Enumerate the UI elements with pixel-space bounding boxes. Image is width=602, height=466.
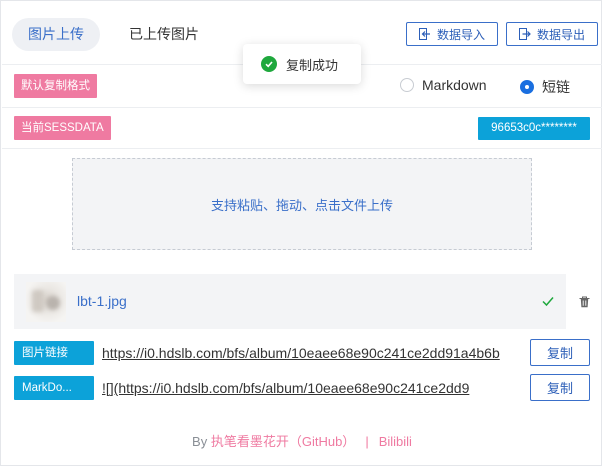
file-name[interactable]: lbt-1.jpg bbox=[77, 293, 127, 309]
default-format-label: 默认复制格式 bbox=[14, 74, 97, 98]
sessdata-value[interactable]: 96653c0c******** bbox=[478, 117, 590, 140]
divider bbox=[2, 107, 602, 108]
divider bbox=[2, 148, 602, 149]
markdown-link-url[interactable]: ![](https://i0.hdslb.com/bfs/album/10eae… bbox=[102, 380, 516, 396]
check-icon bbox=[542, 297, 554, 307]
import-data-button[interactable]: 数据导入 bbox=[406, 22, 498, 46]
copy-image-link-button[interactable]: 复制 bbox=[530, 339, 590, 366]
footer: By 执笔看墨花开（GitHub） | Bilibili bbox=[1, 431, 602, 450]
radio-short-link-label: 短链 bbox=[542, 79, 570, 95]
sessdata-label: 当前SESSDATA bbox=[14, 116, 111, 140]
uploaded-file-item: lbt-1.jpg bbox=[14, 274, 566, 329]
copy-markdown-button[interactable]: 复制 bbox=[530, 374, 590, 401]
footer-separator: | bbox=[365, 434, 369, 449]
bilibili-link[interactable]: Bilibili bbox=[379, 434, 412, 449]
trash-icon[interactable] bbox=[579, 296, 590, 308]
dropzone-text: 支持粘贴、拖动、点击文件上传 bbox=[210, 197, 393, 213]
tab-image-upload[interactable]: 图片上传 bbox=[12, 18, 100, 51]
export-icon bbox=[518, 28, 531, 40]
export-data-button[interactable]: 数据导出 bbox=[506, 22, 598, 46]
image-link-url[interactable]: https://i0.hdslb.com/bfs/album/10eaee68e… bbox=[102, 345, 516, 361]
check-circle-icon bbox=[261, 56, 277, 72]
app-window: 图片上传 已上传图片 数据导入 数据导出 默认复制格式 Markdown 短链 … bbox=[0, 0, 602, 466]
import-label: 数据导入 bbox=[436, 27, 485, 42]
author-link[interactable]: 执笔看墨花开（GitHub） bbox=[211, 434, 355, 449]
copy-success-toast: 复制成功 bbox=[243, 44, 361, 84]
footer-prefix: By bbox=[192, 434, 211, 449]
toast-text: 复制成功 bbox=[286, 57, 339, 73]
tab-uploaded-images[interactable]: 已上传图片 bbox=[113, 18, 215, 51]
export-label: 数据导出 bbox=[536, 27, 585, 42]
radio-markdown-label: Markdown bbox=[422, 77, 487, 93]
radio-markdown[interactable]: Markdown bbox=[400, 77, 487, 93]
import-icon bbox=[418, 28, 430, 40]
upload-dropzone[interactable]: 支持粘贴、拖动、点击文件上传 bbox=[72, 158, 532, 250]
markdown-link-label: MarkDo... bbox=[14, 376, 94, 400]
radio-short-link-circle[interactable] bbox=[520, 80, 534, 94]
image-link-label: 图片链接 bbox=[14, 341, 94, 365]
radio-markdown-circle[interactable] bbox=[400, 78, 414, 92]
file-thumbnail bbox=[26, 282, 66, 322]
radio-short-link[interactable]: 短链 bbox=[520, 77, 570, 97]
